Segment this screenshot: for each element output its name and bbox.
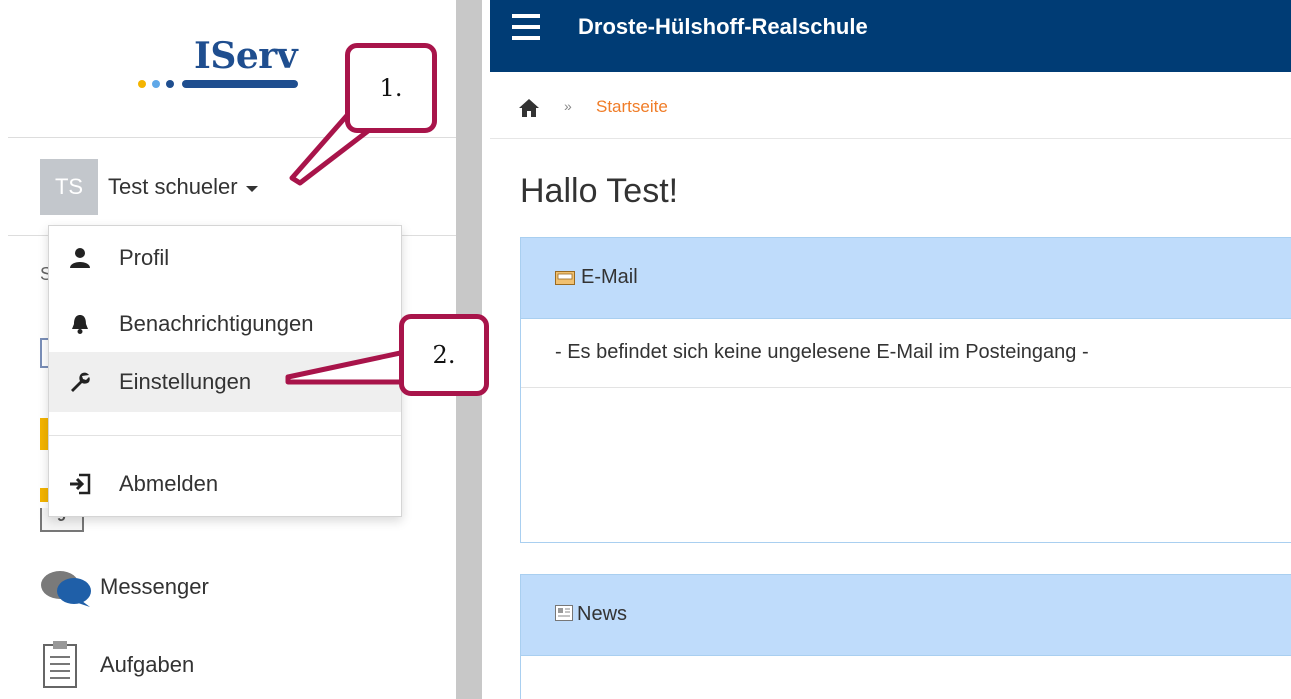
sidebar-item-aufgaben[interactable]: Aufgaben — [40, 640, 194, 690]
logo-dot-lightblue — [152, 80, 160, 88]
logo-dot-yellow — [138, 80, 146, 88]
mail-tray-icon — [555, 271, 575, 285]
menu-item-label: Profil — [119, 245, 170, 270]
email-panel: E-Mail - Es befindet sich keine ungelese… — [520, 237, 1291, 543]
news-panel-header: News — [521, 575, 1291, 656]
iserv-logo[interactable]: IServ — [138, 36, 300, 96]
logout-icon — [70, 473, 91, 495]
chat-icon — [41, 571, 91, 607]
menu-item-benachrichtigungen[interactable]: Benachrichtigungen — [49, 296, 401, 352]
logo-bar — [182, 80, 298, 88]
home-icon[interactable] — [518, 98, 540, 118]
page-title: Hallo Test! — [520, 172, 679, 210]
sidebar-item-messenger[interactable]: Messenger — [40, 567, 209, 607]
email-panel-title: E-Mail — [581, 266, 638, 288]
annotation-step-1: 1. — [345, 43, 437, 133]
iserv-page: IServ TS Test schueler S 9 Kalender — [0, 0, 1291, 699]
clipboard-icon — [43, 641, 77, 688]
email-panel-message: - Es befindet sich keine ungelesene E-Ma… — [555, 341, 1089, 363]
user-name: Test schueler — [108, 174, 238, 199]
sidebar-item-label: Aufgaben — [100, 652, 195, 677]
email-panel-message-row: - Es befindet sich keine ungelesene E-Ma… — [521, 319, 1291, 388]
menu-item-label: Einstellungen — [119, 369, 252, 394]
hamburger-menu-icon[interactable] — [512, 14, 540, 42]
school-name: Droste-Hülshoff-Realschule — [578, 14, 868, 39]
breadcrumb: » Startseite — [490, 72, 1291, 139]
sidebar-hidden-icon — [40, 488, 48, 502]
breadcrumb-startseite[interactable]: Startseite — [596, 97, 668, 117]
newspaper-icon — [555, 605, 573, 621]
main-content: Droste-Hülshoff-Realschule » Startseite … — [490, 0, 1291, 699]
user-icon — [70, 248, 90, 268]
sidebar-hidden-icon — [40, 338, 48, 368]
logo-dot-darkblue — [166, 80, 174, 88]
annotation-step-1-label: 1. — [379, 74, 403, 102]
menu-item-profil[interactable]: Profil — [49, 230, 401, 286]
menu-item-label: Benachrichtigungen — [119, 311, 314, 336]
news-panel: News — [520, 574, 1291, 699]
annotation-step-2-label: 2. — [432, 341, 456, 369]
sidebar-divider — [8, 137, 456, 138]
news-panel-title: News — [577, 603, 628, 625]
user-menu-toggle[interactable]: TS Test schueler — [40, 159, 258, 215]
sidebar-hidden-icon — [40, 418, 48, 450]
bell-icon — [72, 315, 88, 334]
caret-down-icon — [245, 186, 258, 192]
sidebar-item-label: Messenger — [100, 574, 209, 599]
menu-item-einstellungen[interactable]: Einstellungen — [49, 352, 401, 412]
menu-item-abmelden[interactable]: Abmelden — [49, 456, 401, 512]
menu-divider — [49, 435, 401, 436]
avatar: TS — [40, 159, 98, 215]
top-bar: Droste-Hülshoff-Realschule — [490, 0, 1291, 72]
annotation-step-2: 2. — [399, 314, 489, 396]
email-panel-header: E-Mail — [521, 238, 1291, 319]
menu-item-label: Abmelden — [119, 471, 219, 496]
breadcrumb-separator: » — [564, 98, 572, 114]
logo-text: IServ — [194, 35, 298, 77]
wrench-icon — [71, 372, 90, 392]
user-dropdown-menu: Profil Benachrichtigungen Einstellungen … — [48, 225, 402, 517]
